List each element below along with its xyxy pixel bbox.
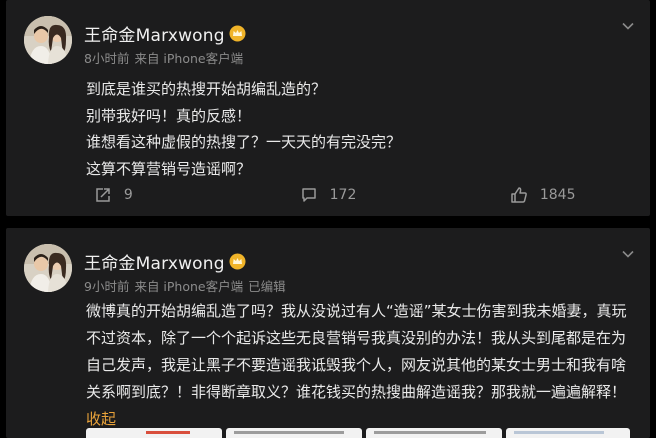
username[interactable]: 王命金Marxwong: [84, 249, 225, 274]
repost-count: 9: [123, 187, 133, 203]
avatar[interactable]: [24, 244, 72, 292]
weibo-post: 王命金Marxwong 8小时前 来自 iPhone客户端 到底是谁买的热搜开始胡…: [6, 0, 650, 216]
post-text-line: 微博真的开始胡编乱造了吗？我从没说过有人“造谣”某女士伤害到我未婚妻，真玩: [86, 302, 627, 320]
image-grid: [86, 428, 630, 438]
comment-button[interactable]: 172: [221, 182, 436, 208]
post-text-line: 到底是谁买的热搜开始胡编乱造的？: [86, 80, 327, 98]
post-text-line: 这算不算营销号造谣啊？: [86, 159, 252, 178]
post-source: 来自 iPhone客户端: [134, 279, 244, 294]
post-meta: 9小时前 来自 iPhone客户端 已编辑: [84, 276, 291, 295]
post-text-line: 不过资本，除了一个个起诉这些无良营销号我真没别的办法！我从头到尾都是在为: [86, 329, 627, 347]
author-row: 王命金Marxwong: [84, 249, 246, 274]
share-icon: [96, 188, 110, 202]
crown-badge-icon: [229, 25, 246, 42]
thumbs-up-icon: [511, 187, 527, 203]
post-time[interactable]: 8小时前: [84, 51, 129, 66]
weibo-post: 王命金Marxwong 9小时前 来自 iPhone客户端 已编辑 微博真的开始胡编…: [6, 228, 650, 438]
action-bar: 9 172 1845: [6, 182, 650, 208]
like-button[interactable]: 1845: [435, 182, 650, 208]
post-text-line: 自己发声，我是让黑子不要造谣我诋毁我个人，网友说其他的某女士男士和我有啥: [86, 356, 627, 374]
post-source: 来自 iPhone客户端: [134, 51, 244, 66]
post-text-line: 谁想看这种虚假的热搜了？一天天的有完没完？: [86, 133, 402, 151]
edited-label[interactable]: 已编辑: [248, 279, 286, 294]
comment-count: 172: [329, 187, 357, 203]
username[interactable]: 王命金Marxwong: [84, 21, 225, 46]
author-row: 王命金Marxwong: [84, 21, 246, 46]
collapse-link[interactable]: 收起: [86, 410, 116, 428]
avatar-image: [24, 16, 72, 64]
post-text: 微博真的开始胡编乱造了吗？我从没说过有人“造谣”某女士伤害到我未婚妻，真玩 不过…: [86, 298, 636, 433]
post-text: 到底是谁买的热搜开始胡编乱造的？ 别带我好吗！真的反感！ 谁想看这种虚假的热搜了…: [86, 76, 636, 182]
post-time[interactable]: 9小时前: [84, 279, 129, 294]
post-text-line: 别带我好吗！真的反感！: [86, 106, 252, 125]
image-thumbnail[interactable]: [86, 428, 222, 438]
image-thumbnail[interactable]: [226, 428, 362, 438]
crown-badge-icon: [229, 253, 246, 270]
repost-button[interactable]: 9: [6, 182, 221, 208]
avatar-image: [24, 244, 72, 292]
chevron-down-icon[interactable]: [620, 18, 636, 34]
image-thumbnail[interactable]: [506, 428, 630, 438]
like-count: 1845: [539, 187, 576, 203]
comment-icon: [301, 188, 316, 202]
chevron-down-icon[interactable]: [620, 246, 636, 262]
avatar[interactable]: [24, 16, 72, 64]
post-text-line: 关系啊到底？！非得断章取义？谁花钱买的热搜曲解造谣我？那我就一遍遍解释！: [86, 383, 627, 401]
post-meta: 8小时前 来自 iPhone客户端: [84, 48, 248, 67]
image-thumbnail[interactable]: [366, 428, 502, 438]
